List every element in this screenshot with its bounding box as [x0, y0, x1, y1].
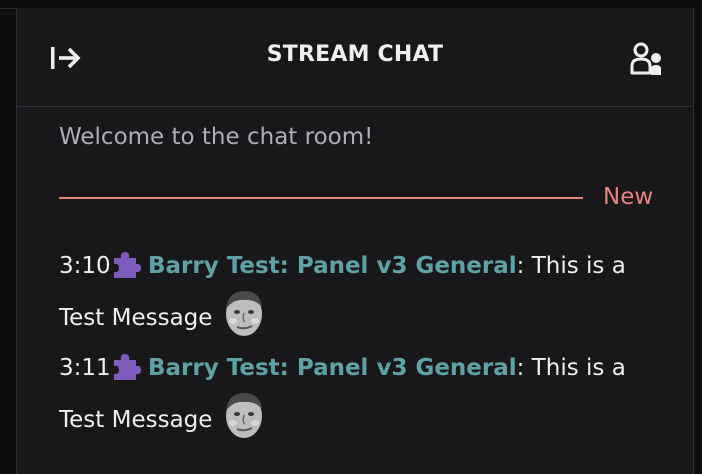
chat-message: 3:11 Barry Test: Panel v3 General: This …: [59, 348, 639, 441]
community-button[interactable]: [629, 40, 669, 78]
chat-header: STREAM CHAT: [17, 8, 693, 107]
community-users-icon: [630, 42, 661, 75]
message-timestamp: 3:11: [59, 355, 111, 381]
chat-panel: STREAM CHAT Welcome to the chat room! Ne…: [16, 8, 694, 474]
chat-username[interactable]: Barry Test: Panel v3 General: [148, 253, 517, 279]
kappa-face-emote[interactable]: [222, 389, 266, 441]
message-timestamp: 3:10: [59, 253, 111, 279]
background-page-edge: [695, 8, 702, 474]
kappa-face-emote[interactable]: [222, 287, 266, 339]
welcome-message: Welcome to the chat room!: [59, 124, 374, 150]
puzzle-piece-icon[interactable]: [109, 350, 141, 382]
puzzle-piece-icon[interactable]: [109, 248, 141, 280]
chat-username[interactable]: Barry Test: Panel v3 General: [148, 355, 517, 381]
page-title: STREAM CHAT: [266, 42, 444, 67]
new-messages-label: New: [603, 184, 654, 210]
chat-message: 3:10 Barry Test: Panel v3 General: This …: [59, 246, 639, 339]
new-messages-divider: [59, 197, 583, 199]
